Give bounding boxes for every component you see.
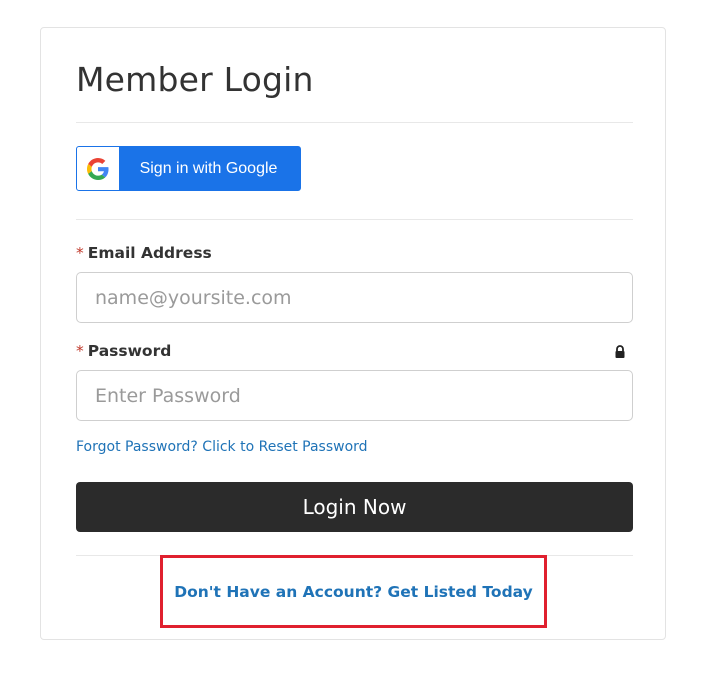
google-icon-container: [77, 147, 119, 190]
google-signin-button[interactable]: Sign in with Google: [76, 146, 301, 191]
email-label: * Email Address: [76, 244, 212, 262]
login-button[interactable]: Login Now: [76, 482, 633, 532]
signup-highlight-box: Don't Have an Account? Get Listed Today: [160, 555, 547, 628]
forgot-password-link[interactable]: Forgot Password? Click to Reset Password: [76, 439, 368, 455]
password-label-text: Password: [87, 342, 172, 360]
divider: [76, 122, 633, 123]
divider: [76, 219, 633, 220]
login-card: Member Login Sign in with Google * Email …: [40, 27, 666, 640]
email-label-text: Email Address: [87, 244, 212, 262]
email-field[interactable]: [76, 272, 633, 323]
required-marker: *: [76, 244, 84, 262]
get-listed-link[interactable]: Don't Have an Account? Get Listed Today: [174, 583, 533, 601]
password-label: * Password: [76, 342, 171, 360]
google-icon: [87, 157, 109, 180]
required-marker: *: [76, 342, 84, 360]
page-title: Member Login: [76, 60, 314, 99]
lock-icon: [615, 345, 625, 358]
password-field[interactable]: [76, 370, 633, 421]
google-signin-label: Sign in with Google: [139, 159, 278, 177]
